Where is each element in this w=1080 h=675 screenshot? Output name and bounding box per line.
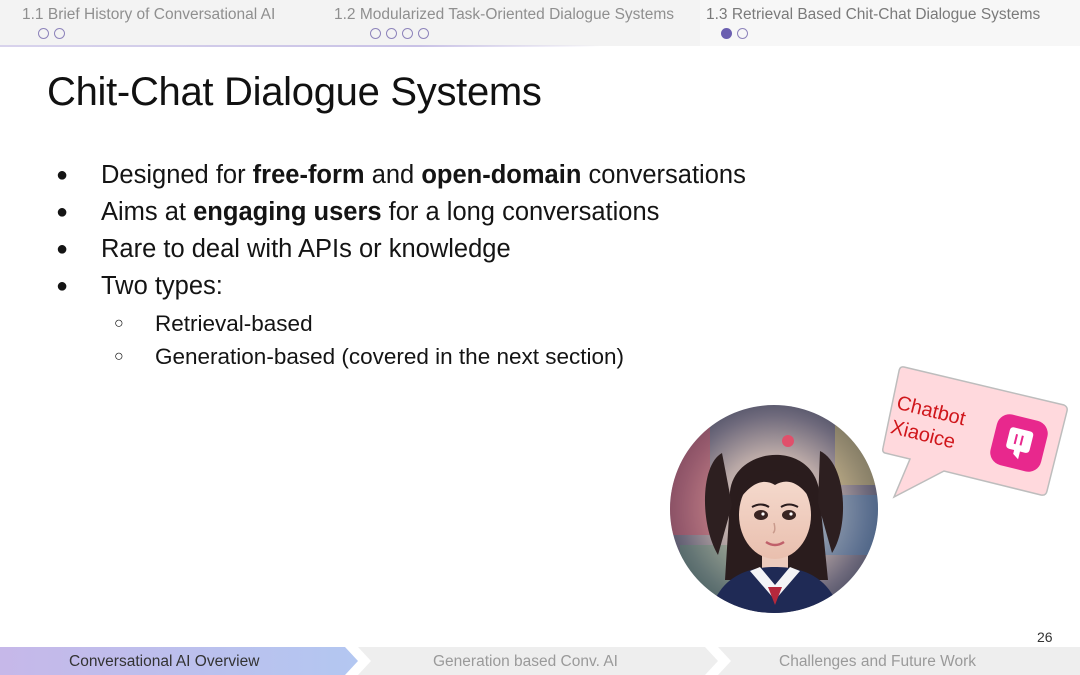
chatbot-speech-bubble: Chatbot Xiaoice [882,363,1070,503]
sub-bullet-marker: ○ [114,315,124,332]
bullet-text: conversations [581,161,746,189]
footer-navigation: Conversational AI Overview Generation ba… [0,647,1080,675]
nav-progress-dots [370,28,434,40]
bullet-emphasis: free-form [252,161,365,189]
top-navigation: 1.1 Brief History of Conversational AI 1… [0,0,1080,47]
footer-section-challenges-future-work[interactable]: Challenges and Future Work [779,653,976,671]
nav-section-label: 1.3 Retrieval Based Chit-Chat Dialogue S… [706,6,1041,23]
bullet-marker: ● [56,164,69,186]
bullet-text: Two types: [101,272,223,300]
footer-section-generation-based[interactable]: Generation based Conv. AI [433,653,618,671]
bullet-text: for a long conversations [381,198,660,226]
footer-section-conversational-ai-overview[interactable]: Conversational AI Overview [69,653,259,671]
nav-section-brief-history[interactable]: 1.1 Brief History of Conversational AI [0,0,305,46]
bullet-item: ● Designed for free-form and open-domain … [56,157,746,194]
progress-dot-filled[interactable] [721,28,732,39]
bullet-emphasis: open-domain [421,161,582,189]
sub-bullet-text: Generation-based (covered in the next se… [155,344,625,369]
progress-dot[interactable] [418,28,429,39]
bullet-text: Rare to deal with APIs or knowledge [101,235,511,263]
nav-progress-dots [38,28,70,40]
sub-bullet-list: ○ Retrieval-based ○ Generation-based (cover… [114,307,624,373]
bullet-item: ● Aims at engaging users for a long conve… [56,194,746,231]
bullet-item: ● Rare to deal with APIs or knowledge [56,231,746,268]
nav-progress-line [0,45,600,47]
bullet-marker: ● [56,238,69,260]
bullet-item: ● Two types: [56,268,746,305]
nav-section-retrieval-chit-chat[interactable]: 1.3 Retrieval Based Chit-Chat Dialogue S… [700,0,1080,46]
bullet-list: ● Designed for free-form and open-domain … [56,157,746,305]
bullet-text: and [364,161,422,189]
bullet-emphasis: engaging users [193,198,382,226]
progress-dot[interactable] [54,28,65,39]
bullet-marker: ● [56,275,69,297]
bullet-text: Designed for [101,161,253,189]
sub-bullet-item: ○ Retrieval-based [114,307,624,340]
progress-dot[interactable] [402,28,413,39]
sub-bullet-item: ○ Generation-based (covered in the next s… [114,340,624,373]
page-number: 26 [1037,629,1053,645]
sub-bullet-text: Retrieval-based [155,311,313,336]
nav-section-label: 1.2 Modularized Task-Oriented Dialogue S… [334,6,675,23]
nav-progress-dots [721,28,753,40]
nav-section-label: 1.1 Brief History of Conversational AI [22,6,276,23]
progress-dot[interactable] [737,28,748,39]
bullet-marker: ● [56,201,69,223]
progress-dot[interactable] [38,28,49,39]
progress-dot[interactable] [386,28,397,39]
progress-dot[interactable] [370,28,381,39]
sub-bullet-marker: ○ [114,348,124,365]
xiaoice-portrait-image [670,405,878,613]
bullet-text: Aims at [101,198,194,226]
slide-title: Chit-Chat Dialogue Systems [47,70,542,114]
nav-section-task-oriented[interactable]: 1.2 Modularized Task-Oriented Dialogue S… [305,0,700,46]
